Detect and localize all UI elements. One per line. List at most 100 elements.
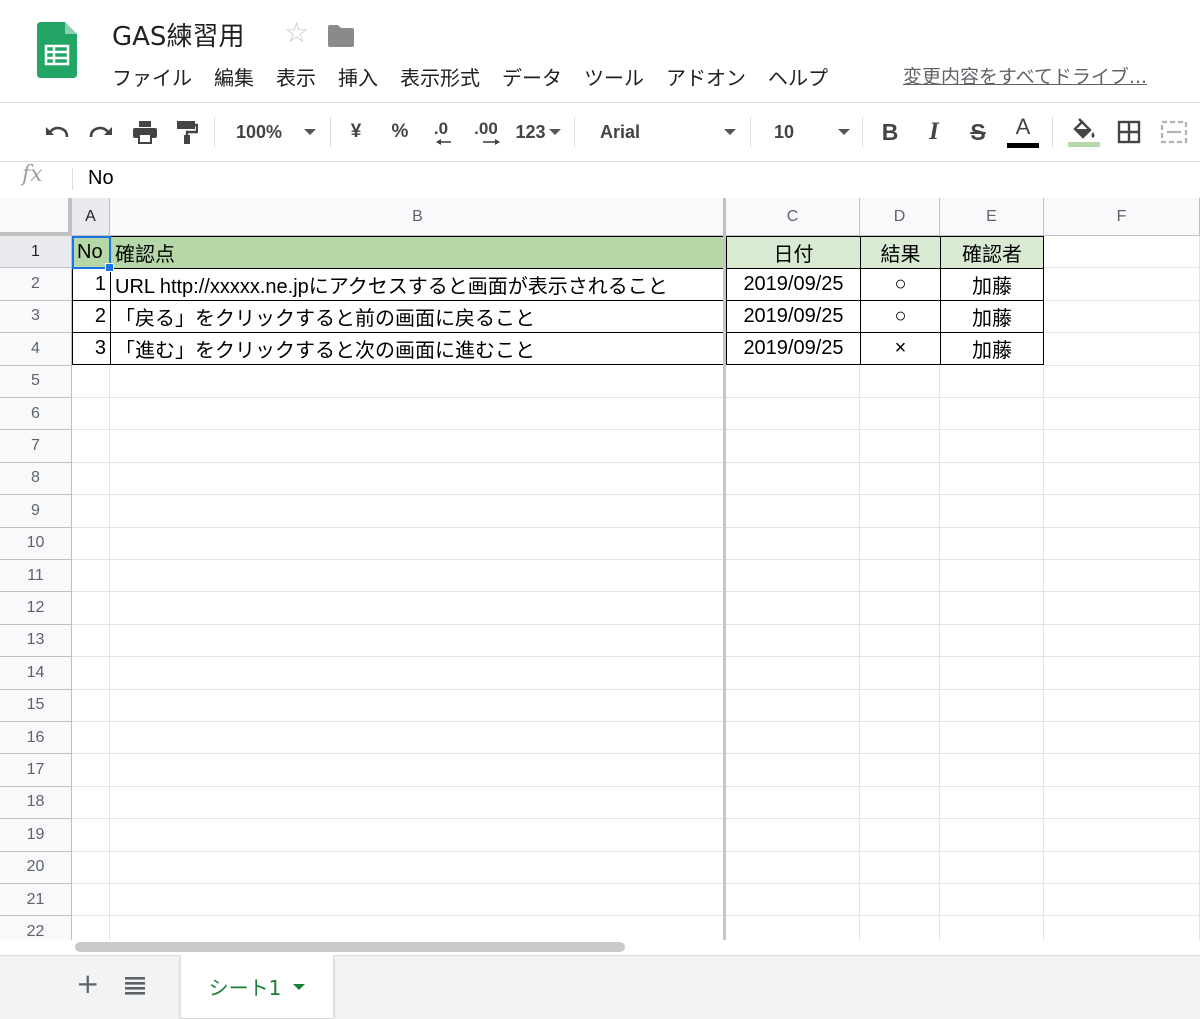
empty-cell[interactable] xyxy=(72,527,110,560)
empty-cell[interactable] xyxy=(940,851,1044,884)
row-header[interactable]: 16 xyxy=(0,722,72,755)
cell-a2[interactable]: 1 xyxy=(72,268,111,301)
empty-cell[interactable] xyxy=(726,430,860,463)
empty-cell[interactable] xyxy=(110,430,726,463)
cell-d1[interactable]: 結果 xyxy=(860,236,941,269)
empty-cell[interactable] xyxy=(1044,560,1200,593)
empty-cell[interactable] xyxy=(1044,333,1200,366)
cell-c2[interactable]: 2019/09/25 xyxy=(726,268,861,301)
column-header[interactable]: D xyxy=(860,198,940,236)
empty-cell[interactable] xyxy=(72,624,110,658)
empty-cell[interactable] xyxy=(72,495,110,528)
empty-cell[interactable] xyxy=(72,884,110,917)
row-header[interactable]: 17 xyxy=(0,754,72,787)
cell-b1[interactable]: 確認点 xyxy=(110,236,725,269)
fill-handle[interactable] xyxy=(105,263,114,272)
column-header[interactable]: B xyxy=(110,198,726,236)
empty-cell[interactable] xyxy=(940,398,1044,431)
empty-cell[interactable] xyxy=(1044,754,1200,787)
empty-cell[interactable] xyxy=(860,851,940,884)
empty-cell[interactable] xyxy=(860,657,940,690)
empty-cell[interactable] xyxy=(860,722,940,755)
add-sheet-icon[interactable]: + xyxy=(76,970,99,998)
empty-cell[interactable] xyxy=(940,495,1044,528)
empty-cell[interactable] xyxy=(726,786,860,820)
empty-cell[interactable] xyxy=(72,560,110,593)
redo-icon[interactable] xyxy=(84,103,118,161)
text-color-button[interactable]: A xyxy=(1004,103,1042,161)
empty-cell[interactable] xyxy=(110,689,726,722)
empty-cell[interactable] xyxy=(110,657,726,690)
row-header[interactable]: 22 xyxy=(0,916,72,940)
empty-cell[interactable] xyxy=(72,754,110,787)
empty-cell[interactable] xyxy=(726,365,860,398)
empty-cell[interactable] xyxy=(726,754,860,787)
cell-e2[interactable]: 加藤 xyxy=(940,268,1044,301)
menu-help[interactable]: ヘルプ xyxy=(768,62,828,92)
empty-cell[interactable] xyxy=(72,819,110,852)
empty-cell[interactable] xyxy=(726,884,860,917)
empty-cell[interactable] xyxy=(72,592,110,625)
undo-icon[interactable] xyxy=(40,103,74,161)
cell-e1[interactable]: 確認者 xyxy=(940,236,1044,269)
row-header[interactable]: 20 xyxy=(0,851,72,884)
column-header[interactable]: A xyxy=(72,198,110,236)
select-all-corner[interactable] xyxy=(0,198,72,236)
empty-cell[interactable] xyxy=(1044,398,1200,431)
empty-cell[interactable] xyxy=(72,365,110,398)
empty-cell[interactable] xyxy=(940,722,1044,755)
more-formats-select[interactable]: 123 xyxy=(510,103,566,161)
menu-addons[interactable]: アドオン xyxy=(666,62,746,92)
row-header[interactable]: 14 xyxy=(0,657,72,690)
cell-d4[interactable]: × xyxy=(860,332,941,365)
document-title[interactable]: GAS練習用 xyxy=(112,16,244,53)
font-select[interactable]: Arial xyxy=(586,103,742,161)
empty-cell[interactable] xyxy=(72,657,110,690)
horizontal-scrollbar[interactable] xyxy=(75,942,625,952)
empty-cell[interactable] xyxy=(860,495,940,528)
paint-format-icon[interactable] xyxy=(172,103,202,161)
row-header[interactable]: 18 xyxy=(0,786,72,820)
cell-e4[interactable]: 加藤 xyxy=(940,332,1044,365)
empty-cell[interactable] xyxy=(860,819,940,852)
row-header[interactable]: 8 xyxy=(0,462,72,496)
empty-cell[interactable] xyxy=(860,689,940,722)
empty-cell[interactable] xyxy=(726,527,860,560)
empty-cell[interactable] xyxy=(1044,689,1200,722)
empty-cell[interactable] xyxy=(1044,851,1200,884)
row-header[interactable]: 4 xyxy=(0,333,72,366)
empty-cell[interactable] xyxy=(726,398,860,431)
column-header[interactable]: C xyxy=(726,198,860,236)
empty-cell[interactable] xyxy=(860,398,940,431)
empty-cell[interactable] xyxy=(940,365,1044,398)
empty-cell[interactable] xyxy=(110,495,726,528)
folder-icon[interactable] xyxy=(327,24,355,48)
empty-cell[interactable] xyxy=(860,754,940,787)
empty-cell[interactable] xyxy=(940,527,1044,560)
row-header[interactable]: 3 xyxy=(0,300,72,334)
row-header[interactable]: 19 xyxy=(0,819,72,852)
empty-cell[interactable] xyxy=(110,527,726,560)
empty-cell[interactable] xyxy=(860,365,940,398)
sheet-tab[interactable]: シート1 xyxy=(180,955,334,1018)
empty-cell[interactable] xyxy=(940,819,1044,852)
row-header[interactable]: 5 xyxy=(0,365,72,398)
empty-cell[interactable] xyxy=(726,560,860,593)
empty-cell[interactable] xyxy=(1044,495,1200,528)
empty-cell[interactable] xyxy=(940,624,1044,658)
empty-cell[interactable] xyxy=(1044,819,1200,852)
empty-cell[interactable] xyxy=(726,851,860,884)
cell-d2[interactable]: ○ xyxy=(860,268,941,301)
empty-cell[interactable] xyxy=(72,398,110,431)
empty-cell[interactable] xyxy=(110,624,726,658)
row-header[interactable]: 15 xyxy=(0,689,72,722)
column-header[interactable]: F xyxy=(1044,198,1200,236)
row-header[interactable]: 7 xyxy=(0,430,72,463)
empty-cell[interactable] xyxy=(110,398,726,431)
empty-cell[interactable] xyxy=(860,430,940,463)
cell-c1[interactable]: 日付 xyxy=(726,236,861,269)
empty-cell[interactable] xyxy=(110,884,726,917)
decrease-decimal-button[interactable]: .0 xyxy=(424,103,458,161)
empty-cell[interactable] xyxy=(726,657,860,690)
cell-b4[interactable]: 「進む」をクリックすると次の画面に進むこと xyxy=(110,332,725,365)
